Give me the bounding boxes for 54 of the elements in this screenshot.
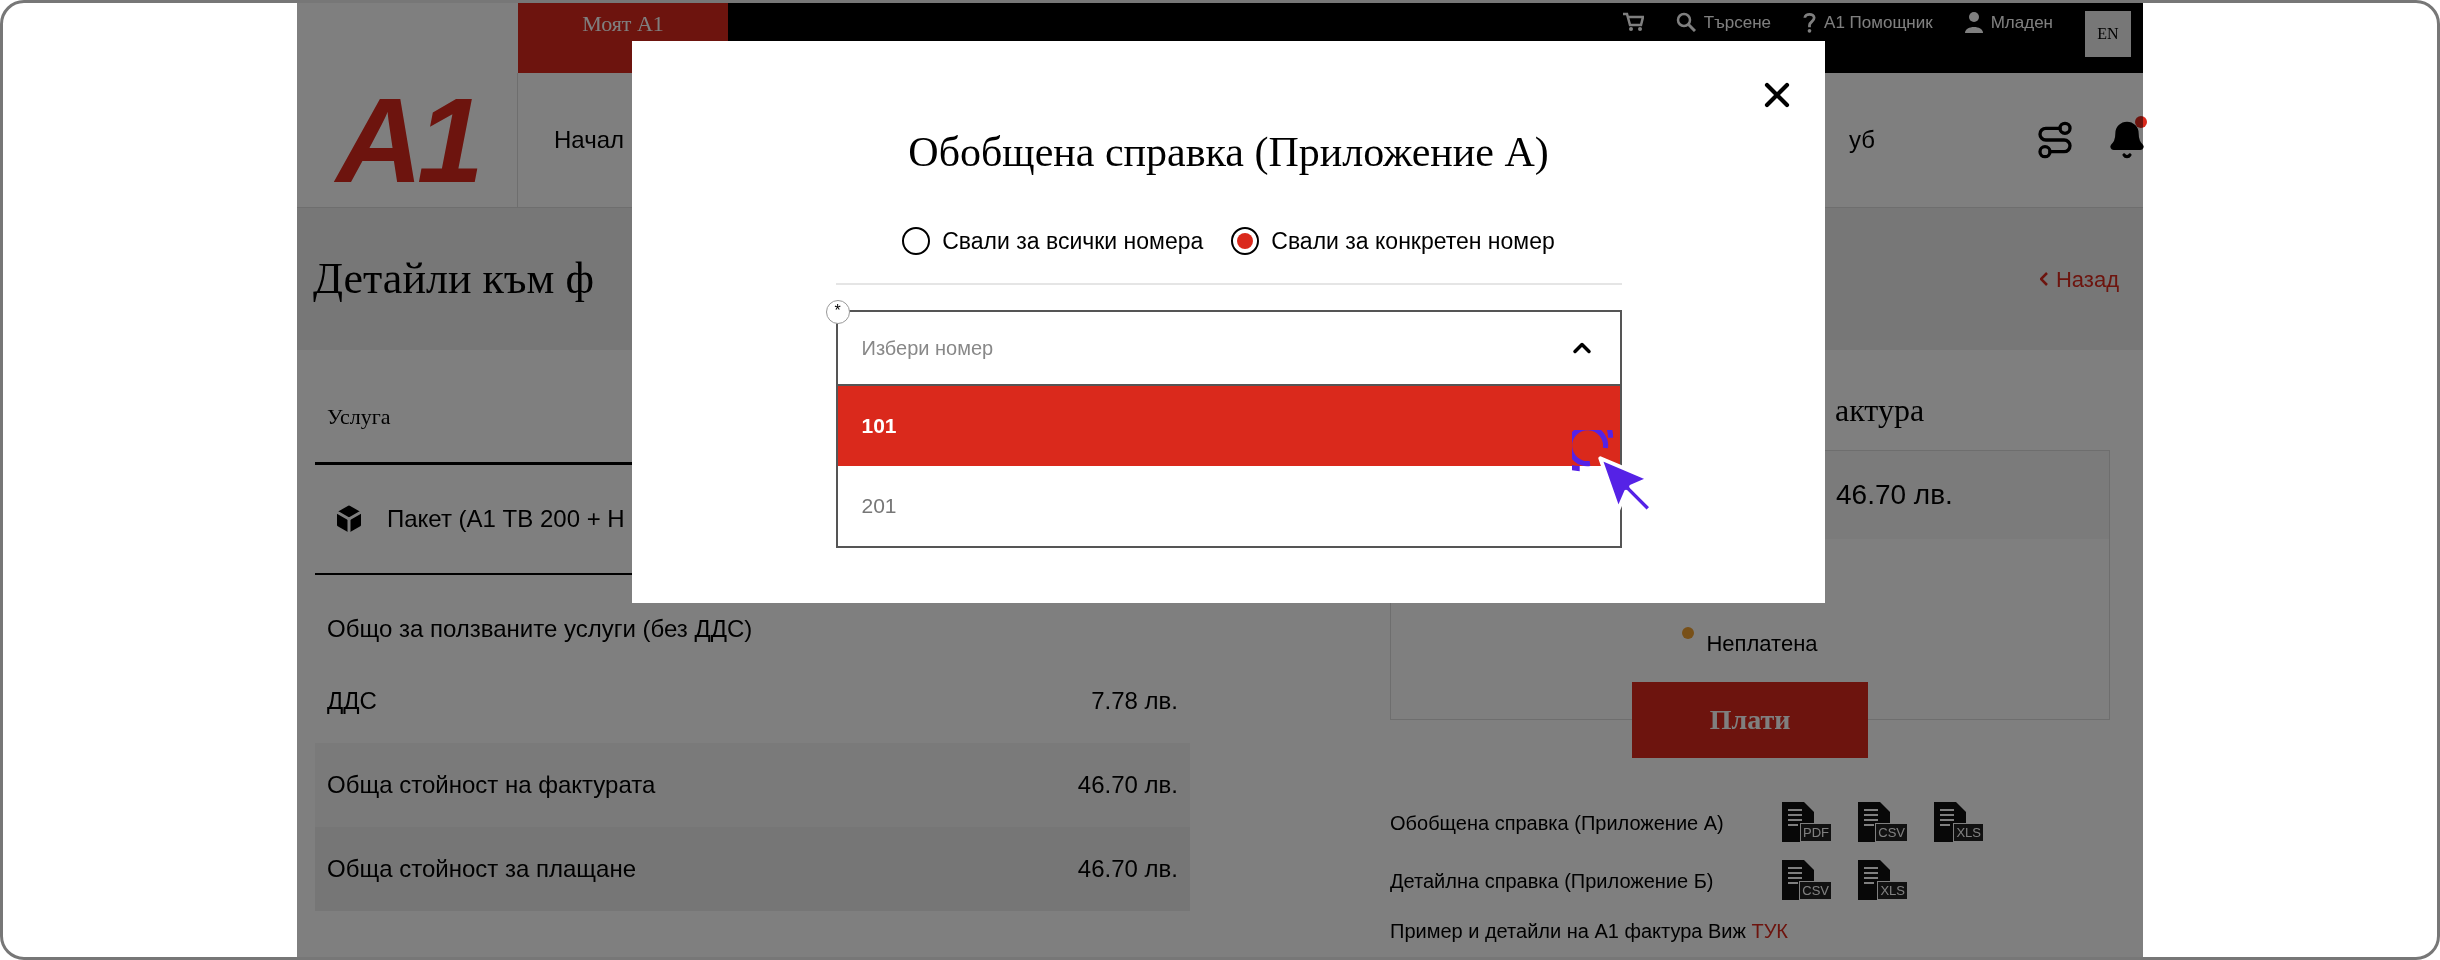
user-icon bbox=[1964, 11, 1983, 33]
back-link[interactable]: Назад bbox=[2039, 262, 2127, 296]
summary-label: Общо за ползваните услуги (без ДДС) bbox=[327, 614, 753, 644]
file-download-button[interactable]: XLS bbox=[1856, 858, 1908, 904]
column-header: Услуга bbox=[327, 402, 391, 431]
logo: A1 bbox=[336, 80, 478, 200]
summary-amount: 7.78 лв. bbox=[1091, 686, 1178, 716]
radio-label: Свали за конкретен номер bbox=[1271, 227, 1555, 256]
summary-amount: 46.70 лв. bbox=[1077, 770, 1178, 800]
radio-button[interactable] bbox=[902, 227, 931, 256]
summary-label: ДДС bbox=[327, 686, 377, 716]
top-link[interactable] bbox=[1621, 11, 1644, 33]
invoice-heading: актура bbox=[1834, 391, 1926, 430]
top-link[interactable]: Младен bbox=[1964, 11, 2053, 33]
file-download-button[interactable]: PDF bbox=[1780, 800, 1832, 846]
radio-button[interactable] bbox=[1231, 227, 1260, 256]
page-title: Детайли към ф bbox=[313, 253, 594, 305]
modal-title: Обобщена справка (Приложение А) bbox=[908, 128, 1549, 177]
select-placeholder: Избери номер bbox=[861, 335, 994, 361]
here-link[interactable]: ТУК bbox=[1751, 920, 1788, 942]
cart-icon bbox=[1621, 12, 1644, 32]
report-label: Обобщена справка (Приложение А) bbox=[1390, 811, 1725, 836]
route-icon[interactable] bbox=[2035, 120, 2075, 160]
package-name: Пакет (А1 ТВ 200 + Н bbox=[387, 504, 625, 534]
file-download-button[interactable]: CSV bbox=[1780, 858, 1832, 904]
summary-label: Обща стойност на фактурата bbox=[327, 770, 656, 800]
file-download-button[interactable]: CSV bbox=[1856, 800, 1908, 846]
example-text: Пример и детайли на А1 фактура Виж ТУК bbox=[1390, 919, 1789, 944]
top-link[interactable]: Търсене bbox=[1675, 11, 1772, 33]
question-mark-icon bbox=[1803, 11, 1817, 33]
search-icon bbox=[1675, 12, 1696, 32]
summary-amount: 46.70 лв. bbox=[1077, 854, 1178, 884]
notification-badge bbox=[2135, 116, 2147, 128]
top-link-label: Младен bbox=[1990, 13, 2053, 31]
top-link-label: Търсене bbox=[1703, 13, 1772, 31]
select-option[interactable]: 101 bbox=[837, 385, 1620, 466]
radio-option[interactable]: Свали за конкретен номер bbox=[1231, 224, 1555, 259]
radio-option[interactable]: Свали за всички номера bbox=[902, 224, 1204, 259]
file-download-button[interactable]: XLS bbox=[1932, 800, 1984, 846]
chevron-left-icon bbox=[2039, 272, 2048, 286]
required-mark: * bbox=[825, 299, 850, 324]
top-link-label: А1 Помощник bbox=[1824, 13, 1933, 31]
payment-status: Неплатена bbox=[1706, 630, 1818, 658]
report-label: Детайлна справка (Приложение Б) bbox=[1390, 869, 1715, 894]
radio-label: Свали за всички номера bbox=[942, 227, 1204, 256]
language-button[interactable]: EN bbox=[2085, 11, 2131, 57]
invoice-amount: 46.70 лв. bbox=[1836, 478, 1953, 512]
number-select[interactable]: Избери номер bbox=[835, 309, 1622, 386]
nav-item[interactable]: уб bbox=[1849, 122, 1875, 158]
summary-label: Обща стойност за плащане bbox=[327, 854, 636, 884]
top-link[interactable]: А1 Помощник bbox=[1803, 11, 1933, 33]
nav-item[interactable]: Начал bbox=[554, 122, 624, 158]
notification-bell-icon[interactable] bbox=[2107, 120, 2147, 160]
pay-button[interactable]: Плати bbox=[1632, 682, 1868, 758]
